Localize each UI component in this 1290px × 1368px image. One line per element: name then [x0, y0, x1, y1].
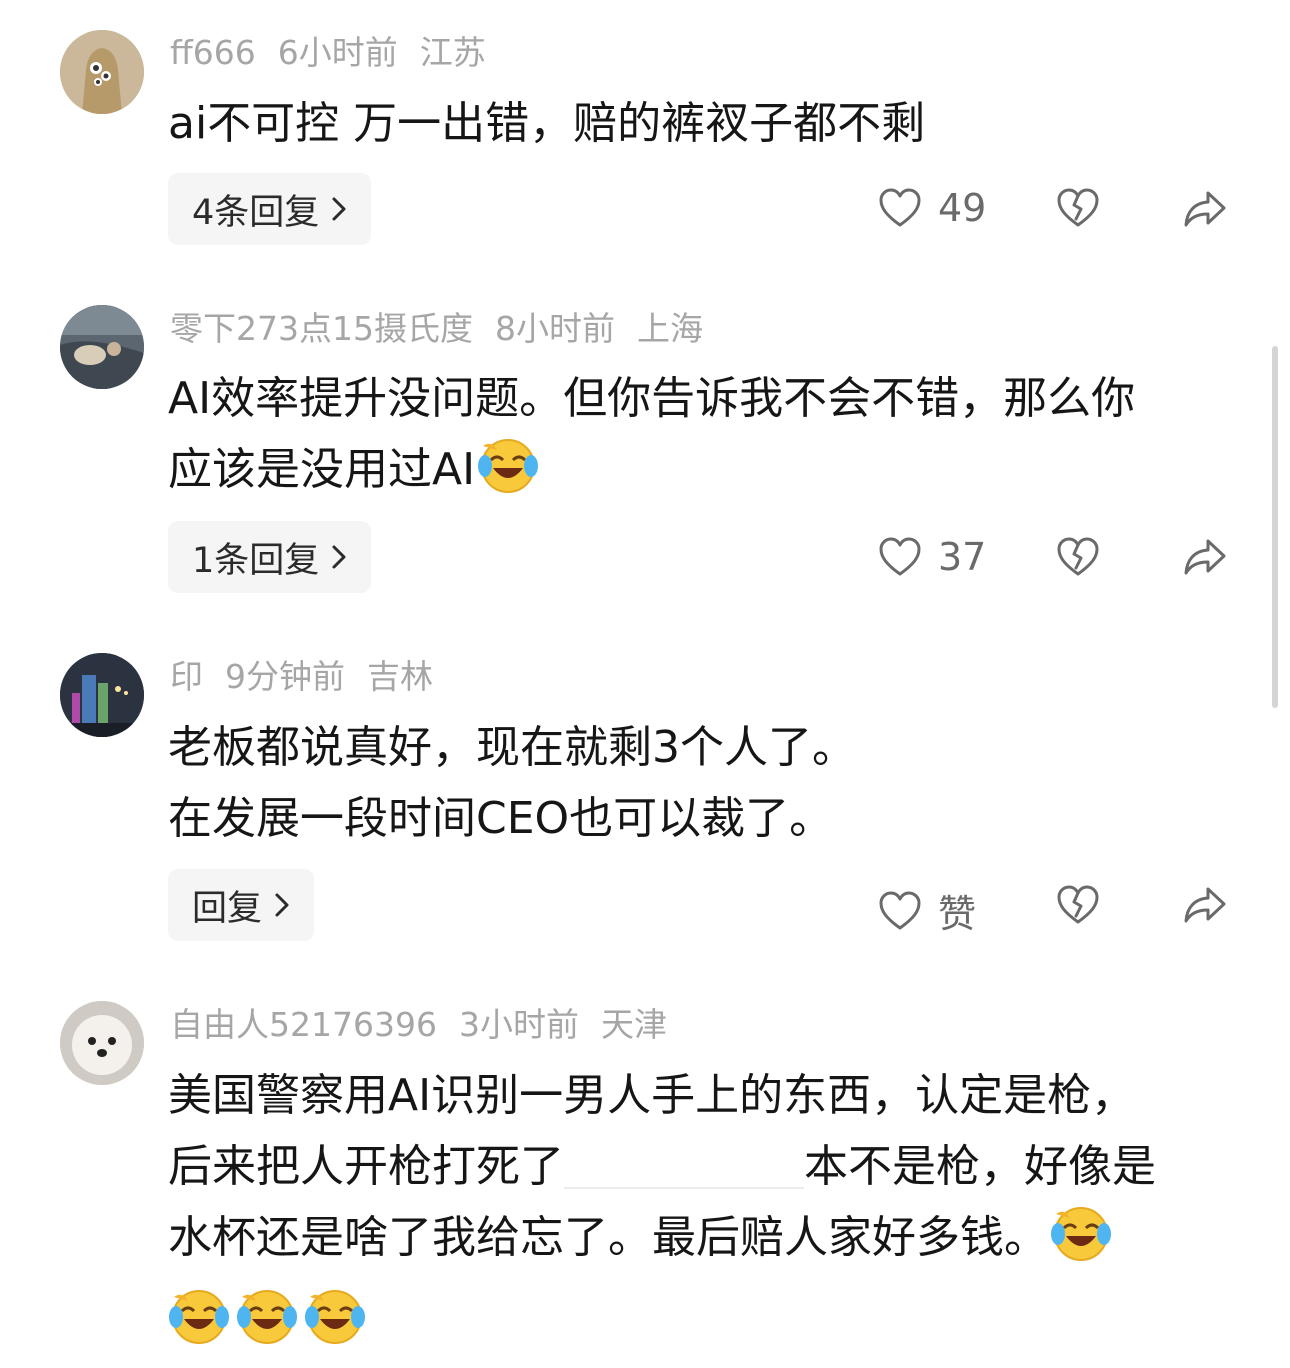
- reply-label: 回复: [192, 888, 263, 929]
- chevron-right-icon: [275, 893, 289, 917]
- comment-meta: 零下273点15摄氏度 8小时前 上海: [170, 309, 725, 349]
- share-arrow-icon: [1184, 539, 1226, 575]
- chevron-right-icon: [332, 545, 346, 569]
- share-button[interactable]: [1182, 189, 1228, 233]
- reply-button[interactable]: 回复: [168, 869, 315, 941]
- comment-line: ai不可控 万一出错，赔的裤衩子都不剩: [168, 98, 926, 149]
- comment-text: ai不可控 万一出错，赔的裤衩子都不剩: [168, 88, 1238, 159]
- comment-line-with-emoji: 水杯还是啥了我给忘了。最后赔人家好多钱。: [168, 1202, 1238, 1283]
- cartoon-avatar-icon: [60, 30, 144, 114]
- chevron-right-icon: [332, 197, 346, 221]
- broken-heart-icon: [1057, 188, 1099, 227]
- comment-meta: 印 9分钟前 吉林: [170, 657, 455, 697]
- comment-line-text: 本不是枪，好像是: [804, 1141, 1156, 1192]
- location: 天津: [600, 1005, 667, 1044]
- city-night-avatar-icon: [60, 653, 144, 737]
- like-count: 37: [938, 535, 987, 579]
- comment-text: 美国警察用AI识别一男人手上的东西，认定是枪， 后来把人开枪打死了 本不是枪，好像…: [168, 1060, 1238, 1354]
- share-button[interactable]: [1182, 537, 1228, 581]
- comment-line: 美国警察用AI识别一男人手上的东西，认定是枪，: [168, 1070, 1136, 1121]
- laughing-crying-emoji-icon: [168, 1287, 230, 1366]
- scrollbar[interactable]: [1272, 346, 1278, 708]
- share-arrow-icon: [1184, 191, 1226, 227]
- view-replies-button[interactable]: 4条回复: [168, 173, 372, 245]
- comment-line-text: 应该是没用过AI: [168, 444, 476, 495]
- location: 江苏: [419, 33, 486, 72]
- reply-label: 4条回复: [192, 192, 320, 233]
- dislike-button[interactable]: [1056, 537, 1100, 581]
- view-replies-button[interactable]: 1条回复: [168, 521, 372, 593]
- comment-line-with-emoji: 应该是没用过AI: [168, 434, 1238, 515]
- comment-text: 老板都说真好，现在就剩3个人了。 在发展一段时间CEO也可以裁了。: [168, 712, 1238, 854]
- comment-meta: ff666 6小时前 江苏: [170, 33, 508, 73]
- comment-line-text: 水杯还是啥了我给忘了。最后赔人家好多钱。: [168, 1212, 1048, 1263]
- comment-text: AI效率提升没问题。但你告诉我不会不错，那么你 应该是没用过AI: [168, 363, 1238, 515]
- comment-line: 老板都说真好，现在就剩3个人了。: [168, 722, 856, 773]
- username[interactable]: 自由人52176396: [170, 1005, 437, 1044]
- like-label: 赞: [938, 892, 977, 936]
- comment-line-redacted: 后来把人开枪打死了 本不是枪，好像是: [168, 1131, 1238, 1202]
- timestamp: 9分钟前: [225, 657, 345, 696]
- emoji-row: [168, 1283, 1238, 1354]
- dislike-button[interactable]: [1056, 188, 1100, 232]
- location: 上海: [636, 309, 703, 348]
- photo-avatar-icon: [60, 305, 144, 389]
- like-button[interactable]: 赞: [878, 883, 976, 938]
- location: 吉林: [367, 657, 433, 696]
- avatar[interactable]: [60, 30, 144, 114]
- avatar[interactable]: [60, 305, 144, 389]
- laughing-crying-emoji-icon: [1050, 1204, 1112, 1283]
- broken-heart-icon: [1057, 885, 1099, 924]
- avatar[interactable]: [60, 653, 144, 737]
- reply-label: 1条回复: [192, 540, 320, 581]
- laughing-crying-emoji-icon: [304, 1287, 366, 1366]
- redacted-area: [564, 1135, 804, 1189]
- laughing-crying-emoji-icon: [477, 436, 539, 515]
- share-arrow-icon: [1184, 887, 1226, 923]
- comment-line-text: 后来把人开枪打死了: [168, 1141, 564, 1192]
- heart-icon: [879, 188, 921, 227]
- share-button[interactable]: [1182, 885, 1228, 929]
- comment-meta: 自由人52176396 3小时前 天津: [170, 1005, 689, 1045]
- broken-heart-icon: [1057, 537, 1099, 576]
- like-button[interactable]: 49: [878, 186, 986, 230]
- heart-icon: [879, 537, 921, 576]
- username[interactable]: 印: [170, 657, 203, 696]
- laughing-crying-emoji-icon: [236, 1287, 298, 1366]
- username[interactable]: 零下273点15摄氏度: [170, 309, 473, 348]
- white-dog-avatar-icon: [60, 1001, 144, 1085]
- heart-icon: [879, 891, 921, 929]
- comment-line: 在发展一段时间CEO也可以裁了。: [168, 793, 834, 844]
- timestamp: 3小时前: [458, 1005, 579, 1044]
- timestamp: 8小时前: [494, 309, 615, 348]
- timestamp: 6小时前: [277, 33, 398, 72]
- like-button[interactable]: 37: [878, 535, 986, 579]
- like-count: 49: [938, 186, 987, 230]
- username[interactable]: ff666: [170, 33, 256, 72]
- dislike-button[interactable]: [1056, 885, 1100, 929]
- comment-line: AI效率提升没问题。但你告诉我不会不错，那么你: [168, 373, 1136, 424]
- avatar[interactable]: [60, 1001, 144, 1085]
